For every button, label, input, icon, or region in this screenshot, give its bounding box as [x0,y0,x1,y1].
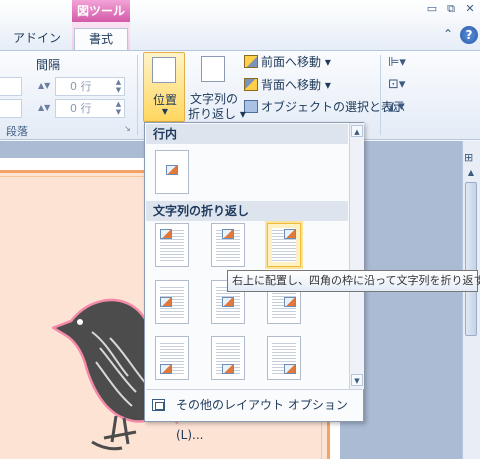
ribbon-minimize-icon[interactable]: ⌃ [441,27,455,43]
image-icon [222,229,234,239]
position-option-top-center[interactable] [211,223,245,267]
position-option-bottom-right[interactable] [267,336,301,380]
group-separator [380,55,381,135]
minimize-icon[interactable]: ▭ [425,3,439,15]
align-icon[interactable]: ⊫▾ [388,55,408,71]
more-layout-options-item[interactable]: その他のレイアウト オプション(L)... [146,389,362,442]
spacing-after-input[interactable]: 0 行 ▲ ▼ [55,99,125,118]
picture-tools-header: 図ツール [72,0,130,22]
group-objects-icon[interactable]: ⊡▾ [388,77,408,93]
spacing-before-value: 0 行 [70,80,92,93]
tab-format[interactable]: 書式 [74,28,128,51]
bring-forward-icon [244,55,258,68]
selection-pane-icon [244,100,258,113]
image-icon [284,229,296,239]
rotate-icon[interactable]: ◭▾ [388,99,408,115]
wrap-text-button[interactable]: 文字列の 折り返し ▾ [188,52,246,122]
position-icon [152,57,176,83]
image-icon [222,364,234,374]
spacing-after-icon: ▲▼ [38,103,51,112]
gallery-scroll-down-icon[interactable]: ▼ [351,374,363,386]
position-option-bottom-left[interactable] [155,336,189,380]
layout-options-icon [152,399,165,411]
bring-forward-label: 前面へ移動 ▾ [261,55,331,69]
tooltip: 右上に配置し、四角の枠に沿って文字列を折り返す [227,270,480,292]
close-icon[interactable]: ✕ [463,3,477,15]
paragraph-group-label: 段落 [6,125,28,138]
ruler-toggle-icon[interactable]: ⊞ [464,151,473,164]
spacing-after-value: 0 行 [70,102,92,115]
spacing-before-input[interactable]: 0 行 ▲ ▼ [55,77,125,96]
gallery-scroll-up-icon[interactable]: ▲ [351,125,363,137]
send-backward-button[interactable]: 背面へ移動 ▾ [244,76,331,94]
wrap-text-icon [201,56,225,82]
send-backward-label: 背面へ移動 ▾ [261,78,331,92]
gallery-scrollbar[interactable]: ▲ ▼ [349,123,364,389]
image-icon [284,297,296,307]
position-button[interactable]: 位置 ▼ [143,52,185,122]
image-icon [160,297,172,307]
image-icon [160,229,172,239]
bring-forward-button[interactable]: 前面へ移動 ▾ [244,53,331,71]
selection-pane-button[interactable]: オブジェクトの選択と表示 [244,98,405,116]
image-icon [222,297,234,307]
image-icon [284,364,296,374]
wrap-section-header: 文字列の折り返し [146,201,348,221]
position-option-bottom-center[interactable] [211,336,245,380]
group-separator [137,55,138,135]
image-icon [166,165,178,175]
help-icon[interactable]: ? [460,26,478,44]
spacing-before-icon: ▲▼ [38,81,51,90]
position-label: 位置 [152,93,177,107]
wrap-text-label-line2: 折り返し ▾ [188,107,246,121]
position-option-top-right[interactable] [267,223,301,267]
position-option-top-left[interactable] [155,223,189,267]
send-backward-icon [244,78,258,91]
position-option-middle-left[interactable] [155,280,189,324]
paragraph-dialog-launcher-icon[interactable]: ↘ [124,124,131,133]
selection-pane-label: オブジェクトの選択と表示 [261,100,406,114]
position-option-inline[interactable] [155,150,189,194]
inline-section-header: 行内 [146,124,348,144]
chevron-down-icon: ▼ [161,107,169,116]
spacing-after-arrows[interactable]: ▲ ▼ [113,100,124,117]
restore-icon[interactable]: ⧉ [444,3,458,15]
tab-addin[interactable]: アドイン [12,28,62,50]
indent-right-spinner[interactable] [0,99,22,118]
spacing-group-label: 間隔 [36,58,61,72]
image-icon [160,364,172,374]
scroll-up-icon[interactable]: ▲ [463,166,479,180]
spacing-before-arrows[interactable]: ▲ ▼ [113,78,124,95]
indent-left-spinner[interactable] [0,77,22,96]
scrollbar-thumb[interactable] [465,182,477,336]
